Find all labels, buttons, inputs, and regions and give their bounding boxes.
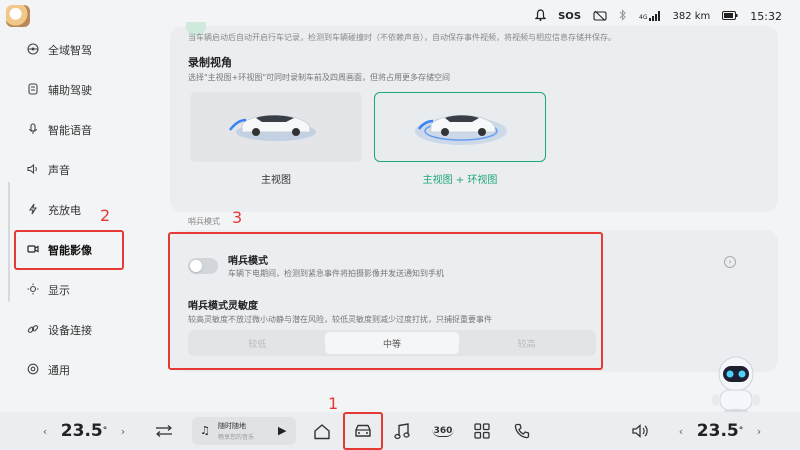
music-note-icon: ♫ — [200, 424, 210, 437]
battery-icon — [722, 10, 738, 22]
sidebar-item-label: 全域智驾 — [48, 44, 92, 57]
left-temp-unit: ° — [102, 426, 108, 436]
settings-sidebar: 全域智驾 辅助驾驶 智能语音 声音 充放电 智能影像 显示 设备连接 通用 — [0, 32, 150, 392]
sidebar-item-label: 充放电 — [48, 204, 81, 217]
apps-grid-icon[interactable] — [470, 412, 494, 450]
sidebar-item-label: 设备连接 — [48, 324, 92, 337]
home-icon[interactable] — [308, 412, 336, 450]
play-icon[interactable]: ▶ — [278, 424, 286, 437]
annotation-box-2 — [14, 230, 124, 270]
chevron-left-icon[interactable]: ‹ — [674, 412, 688, 450]
media-subtitle: 畅享您的音乐 — [218, 434, 255, 441]
phone-icon[interactable] — [510, 412, 534, 450]
annotation-box-3 — [168, 232, 603, 370]
chevron-right-icon[interactable]: › — [724, 256, 736, 268]
sidebar-item-assisted-driving[interactable]: 辅助驾驶 — [16, 72, 122, 108]
left-temperature[interactable]: 23.5 ° — [60, 412, 107, 450]
sidebar-scroll-indicator — [8, 182, 10, 302]
annotation-box-1 — [343, 412, 383, 450]
chevron-right-icon[interactable]: › — [116, 412, 130, 450]
sidebar-item-display[interactable]: 显示 — [16, 272, 122, 308]
sidebar-item-device-connection[interactable]: 设备连接 — [16, 312, 122, 348]
view-option-main-surround-label: 主视图 + 环视图 — [422, 175, 498, 186]
view-option-main-surround[interactable] — [374, 92, 546, 162]
truncated-description: 当车辆启动后自动开启行车记录，检测到车辆碰撞时（不依赖声音），自动保存事件视频，… — [188, 33, 616, 42]
music-icon[interactable] — [390, 412, 414, 450]
sidebar-item-sound[interactable]: 声音 — [16, 152, 122, 188]
left-temp-value: 23.5 — [60, 421, 103, 441]
steering-icon — [26, 42, 40, 58]
sidebar-item-label: 声音 — [48, 164, 70, 177]
media-title: 随时随地 — [218, 422, 246, 430]
media-player-widget[interactable]: ♫ 随时随地 畅享您的音乐 ▶ — [192, 417, 296, 445]
view-option-main[interactable] — [190, 92, 362, 162]
volume-icon[interactable] — [628, 412, 652, 450]
bottom-dock: ‹ 23.5 ° › ♫ 随时随地 畅享您的音乐 ▶ 360 ‹ 23.5 ° › — [0, 412, 800, 450]
robot-assistant-icon[interactable] — [708, 354, 764, 416]
camera-360-icon[interactable]: 360 — [428, 412, 458, 450]
sos-label[interactable]: SOS — [558, 11, 581, 22]
view-option-main-label: 主视图 — [261, 175, 291, 186]
car-front-view-illustration — [229, 115, 316, 141]
app-logo-icon — [6, 5, 30, 27]
speaker-icon — [26, 163, 40, 178]
car-surround-view-illustration — [415, 115, 507, 145]
right-temperature[interactable]: 23.5 ° — [696, 412, 743, 450]
right-temp-value: 23.5 — [696, 421, 739, 441]
bell-icon — [534, 9, 547, 23]
sidebar-item-label: 辅助驾驶 — [48, 84, 92, 97]
sidebar-item-full-domain-driving[interactable]: 全域智驾 — [16, 32, 122, 68]
camera-360-label: 360 — [431, 425, 455, 437]
sidebar-item-smart-voice[interactable]: 智能语音 — [16, 112, 122, 148]
sidebar-item-general[interactable]: 通用 — [16, 352, 122, 388]
range-readout: 382 km — [672, 10, 711, 22]
settings-icon — [26, 363, 40, 378]
link-icon — [26, 323, 40, 338]
mute-icon — [593, 10, 607, 23]
sun-icon — [26, 283, 40, 298]
microphone-icon — [26, 122, 40, 138]
sidebar-item-label: 通用 — [48, 364, 70, 377]
clock-time: 15:32 — [750, 9, 782, 23]
signal-icon: 4G — [639, 11, 661, 21]
bluetooth-icon — [619, 9, 627, 23]
annotation-number-1: 1 — [328, 394, 339, 413]
chevron-right-icon[interactable]: › — [752, 412, 766, 450]
signal-label: 4G — [639, 14, 648, 21]
record-view-description: 选择"主视图+环视图"可同时录制车前及四周画面，但将占用更多存储空间 — [188, 73, 451, 82]
assist-drive-icon — [26, 82, 40, 98]
chevron-left-icon[interactable]: ‹ — [38, 412, 52, 450]
sidebar-item-label: 显示 — [48, 284, 70, 297]
sidebar-item-label: 智能语音 — [48, 124, 92, 137]
bolt-icon — [26, 203, 40, 218]
record-view-title: 录制视角 — [188, 56, 232, 69]
annotation-number-3: 3 — [232, 208, 243, 227]
swap-arrows-icon[interactable] — [150, 412, 178, 450]
annotation-number-2: 2 — [100, 206, 111, 225]
right-temp-unit: ° — [738, 426, 744, 436]
sentry-section-label: 哨兵模式 — [188, 217, 220, 226]
